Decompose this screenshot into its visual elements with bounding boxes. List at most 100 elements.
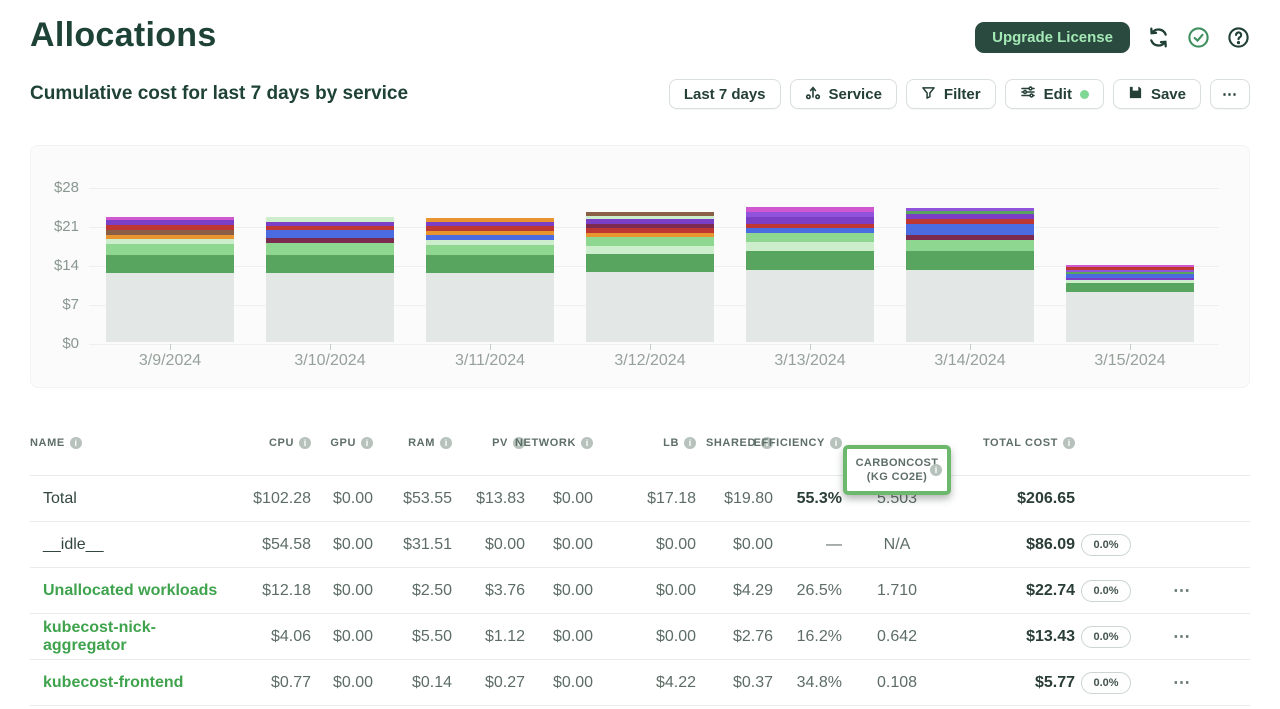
carbon-badge: 0.0% [1081,672,1130,694]
y-axis-label: $7 [31,296,79,313]
x-axis-label: 3/14/2024 [890,352,1050,370]
page-header: Allocations Upgrade License [0,0,1280,55]
efficiency-cell: 16.2% [773,628,842,646]
chart-subtitle: Cumulative cost for last 7 days by servi… [30,83,408,105]
header-controls: Upgrade License [975,22,1250,53]
time-range-button[interactable]: Last 7 days [669,79,781,109]
info-icon[interactable]: i [830,437,842,449]
column-header-cpu[interactable]: CPUi [230,437,311,449]
info-icon[interactable]: i [1063,437,1075,449]
bar-segment [906,224,1034,235]
row-menu-button[interactable]: ⋯ [1173,673,1191,693]
table-row-total: Total$102.28$0.00$53.55$13.83$0.00$17.18… [30,476,1250,522]
toolbar-buttons: Last 7 days Service Filter [669,79,1250,109]
x-axis-tick [170,344,171,350]
carbon-badge: 0.0% [1081,626,1130,648]
row-name-cell: Total [30,490,230,508]
row-name-label: Total [43,490,77,508]
lb-cell: $17.18 [593,490,696,508]
aggregate-by-service-button[interactable]: Service [790,79,897,109]
column-header-ram[interactable]: RAM i [373,437,452,449]
filter-funnel-icon [921,85,936,104]
ram-cell: $2.50 [373,582,452,600]
pv-cell: $1.12 [452,628,525,646]
info-icon[interactable]: i [930,464,942,476]
stacked-bar[interactable] [1066,265,1194,342]
network-cell: $0.00 [525,490,593,508]
info-icon[interactable]: i [581,437,593,449]
column-header-lb[interactable]: LB i [593,437,696,449]
info-icon[interactable]: i [70,437,82,449]
column-header-label: GPU [330,437,356,449]
badge-cell: 0.0% [1075,672,1137,694]
shared-cell: $0.37 [696,674,773,692]
stacked-bar[interactable] [906,208,1034,342]
column-header-label: NETWORK [515,437,576,449]
upgrade-license-button[interactable]: Upgrade License [975,22,1130,53]
service-aggregate-icon [805,84,821,104]
lb-cell: $4.22 [593,674,696,692]
edit-label: Edit [1044,86,1072,103]
refresh-icon[interactable] [1147,26,1170,49]
bar-segment [266,230,394,239]
check-circle-icon[interactable] [1187,26,1210,49]
shared-cell: $4.29 [696,582,773,600]
row-menu-button[interactable]: ⋯ [1173,627,1191,647]
column-header-efficiency[interactable]: EFFICIENCYi [773,437,842,449]
stacked-bar[interactable] [266,217,394,342]
gpu-cell: $0.00 [311,490,373,508]
column-header-label: TOTAL COST [983,437,1058,449]
stacked-bar[interactable] [586,212,714,342]
total-cell: $13.43 [952,628,1075,646]
save-button[interactable]: Save [1113,79,1201,109]
info-icon[interactable]: i [299,437,311,449]
x-axis-tick [970,344,971,350]
row-name-link[interactable]: kubecost-frontend [43,674,183,692]
column-header-label: RAM [408,437,435,449]
row-name-cell[interactable]: kubecost-frontend [30,674,230,692]
carboncost-highlight-box: CARBONCOST(KG CO2E)i [843,445,951,495]
y-axis-label: $21 [31,218,79,235]
column-header-network[interactable]: NETWORKi [525,437,593,449]
more-actions-button[interactable]: ⋯ [1210,79,1250,109]
total-cell: $22.74 [952,582,1075,600]
stacked-bar[interactable] [426,218,554,342]
help-icon[interactable] [1227,26,1250,49]
column-header-total-cost[interactable]: TOTAL COST i [952,437,1075,449]
pv-cell: $13.83 [452,490,525,508]
x-axis-tick [330,344,331,350]
bar-segment [426,255,554,273]
row-name-cell[interactable]: kubecost-nick-aggregator [30,619,230,655]
menu-cell: ⋯ [1137,627,1227,647]
column-header-gpu[interactable]: GPU i [311,437,373,449]
carbon-badge: 0.0% [1081,534,1130,556]
row-menu-button[interactable]: ⋯ [1173,581,1191,601]
info-icon[interactable]: i [684,437,696,449]
x-axis-tick [650,344,651,350]
edit-button[interactable]: Edit [1005,79,1104,109]
filter-button[interactable]: Filter [906,79,996,109]
info-icon[interactable]: i [440,437,452,449]
stacked-bar[interactable] [106,217,234,342]
bar-segment [586,246,714,254]
shared-cell: $19.80 [696,490,773,508]
column-header-label: LB [663,437,679,449]
info-icon[interactable]: i [361,437,373,449]
x-axis-label: 3/15/2024 [1050,352,1210,370]
row-name-link[interactable]: Unallocated workloads [43,582,217,600]
column-header-name[interactable]: NAMEi [30,437,230,449]
bar-segment [906,251,1034,270]
gpu-cell: $0.00 [311,582,373,600]
pv-cell: $0.27 [452,674,525,692]
badge-cell: 0.0% [1075,580,1137,602]
table-row-kubecost-frontend: kubecost-frontend$0.77$0.00$0.14$0.27$0.… [30,660,1250,706]
row-name-cell[interactable]: Unallocated workloads [30,582,230,600]
gpu-cell: $0.00 [311,628,373,646]
bar-segment [746,233,874,241]
bar-segment [906,240,1034,251]
cpu-cell: $12.18 [230,582,311,600]
stacked-bar[interactable] [746,207,874,342]
carbon-cell: 0.108 [842,674,952,692]
row-name-link[interactable]: kubecost-nick-aggregator [43,619,230,655]
carbon-cell: 1.710 [842,582,952,600]
